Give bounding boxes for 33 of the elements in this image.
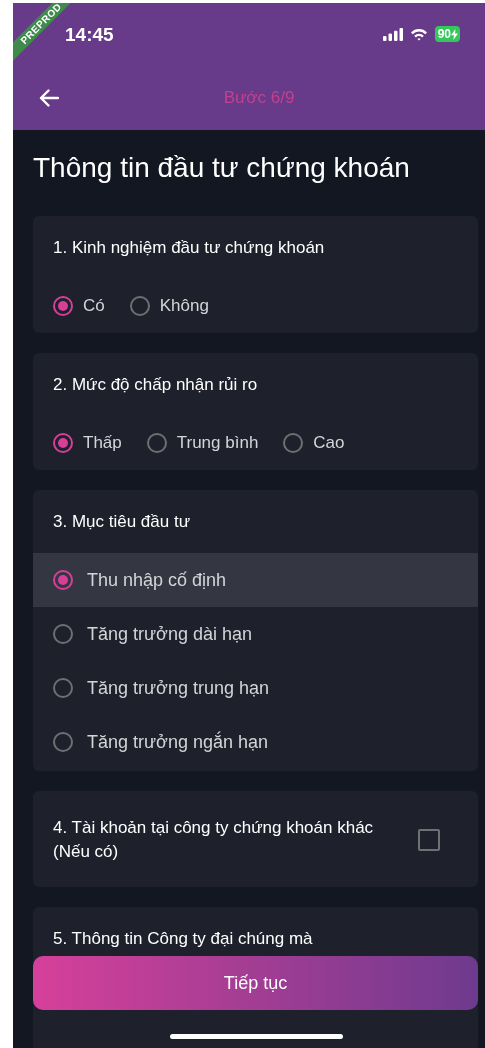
option-label: Không	[159, 295, 209, 317]
continue-button[interactable]: Tiếp tục	[33, 956, 478, 1010]
signal-icon	[382, 27, 403, 41]
option-label: Thấp	[83, 432, 122, 454]
question-label: 3. Mục tiêu đầu tư	[52, 511, 192, 533]
page-title: Thông tin đầu tư chứng khoán	[33, 151, 411, 185]
radio-button[interactable]	[146, 433, 167, 453]
option-label: Tăng trưởng trung hạn	[87, 677, 269, 700]
battery-indicator: 90	[434, 26, 460, 42]
radio-button[interactable]	[53, 732, 73, 752]
radio-button[interactable]	[283, 433, 304, 453]
radio-button[interactable]	[53, 433, 73, 453]
status-time: 14:45	[65, 24, 114, 46]
option-label: Tăng trưởng ngắn hạn	[87, 730, 268, 754]
question-label: 4. Tài khoản tại công ty chứng khoán khác (Nếu có)	[53, 817, 375, 863]
step-title: Bước 6/9	[223, 87, 295, 108]
radio-button[interactable]	[53, 296, 73, 316]
radio-button[interactable]	[129, 296, 150, 316]
option-label: Có	[83, 295, 105, 317]
option-label: Trung bình	[176, 432, 259, 454]
question-label: 1. Kinh nghiệm đầu tư chứng khoán	[53, 237, 326, 259]
radio-button[interactable]	[53, 570, 73, 590]
option-label: Tăng trưởng dài hạn	[87, 623, 252, 646]
question-label: 2. Mức độ chấp nhận rủi ro	[53, 374, 259, 396]
wifi-icon	[409, 27, 428, 41]
back-arrow-icon[interactable]	[39, 88, 59, 107]
bolt-icon	[451, 28, 458, 40]
option-label: Cao	[313, 432, 345, 454]
checkbox[interactable]	[418, 829, 440, 851]
radio-button[interactable]	[53, 678, 73, 698]
question-label: 5. Thông tin Công ty đại chúng mà	[53, 928, 314, 950]
radio-button[interactable]	[53, 624, 73, 644]
option-label: Thu nhập cố định	[87, 569, 227, 592]
